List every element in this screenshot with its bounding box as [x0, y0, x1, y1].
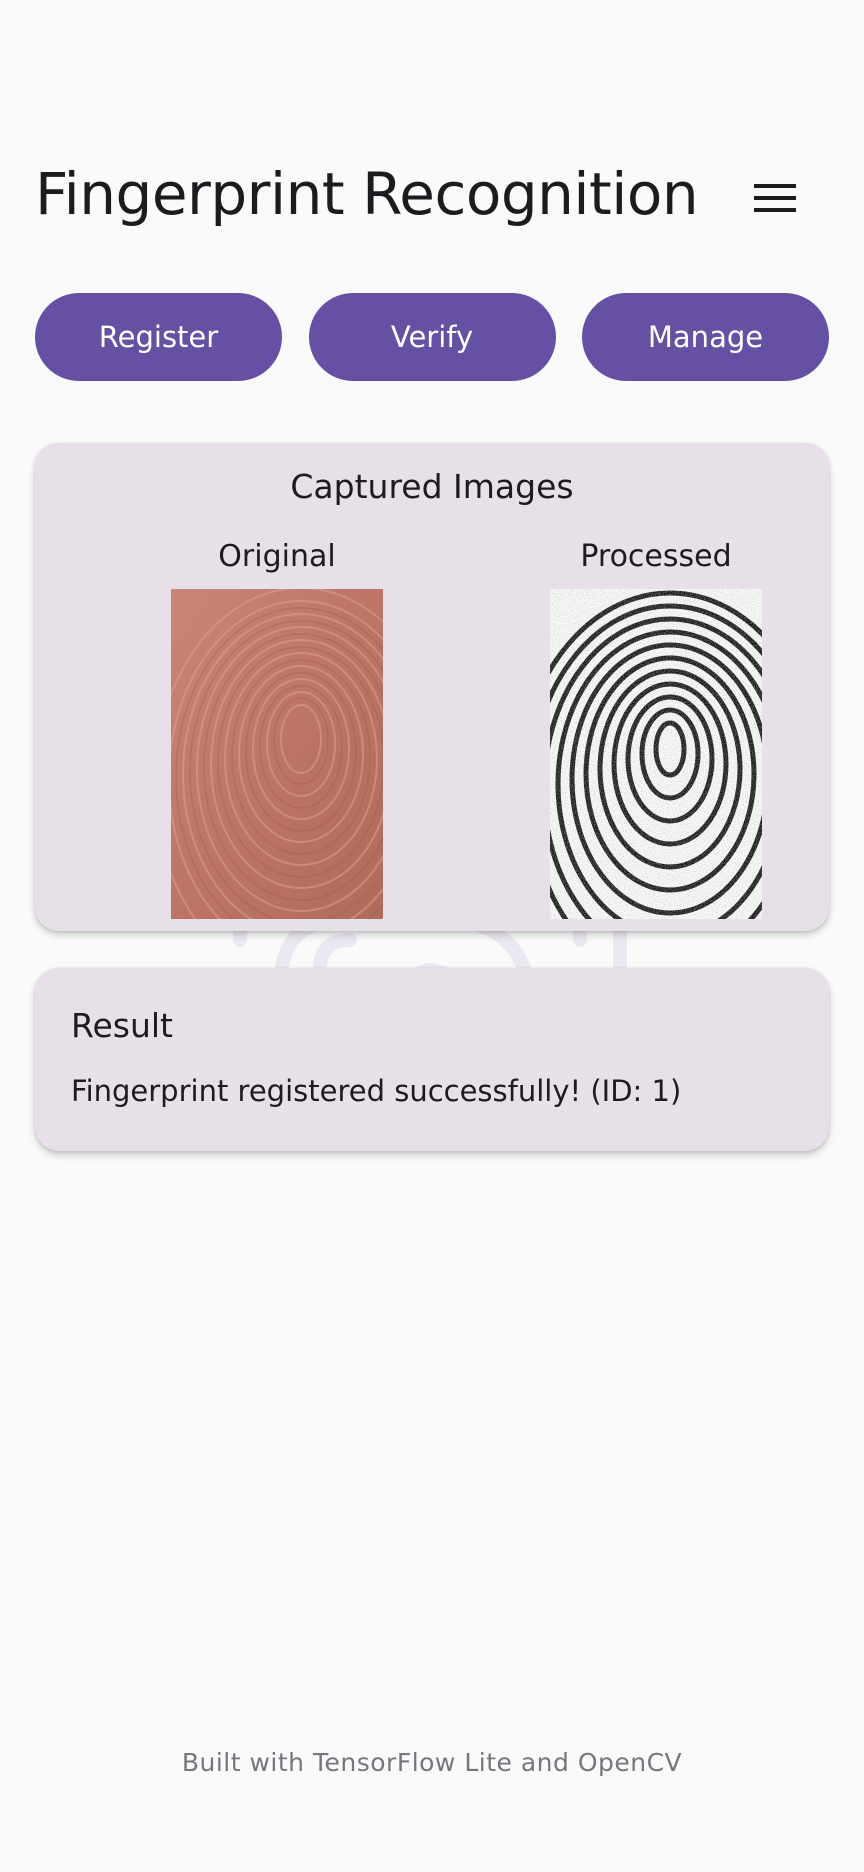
verify-button[interactable]: Verify — [308, 293, 556, 381]
processed-fingerprint-image — [550, 589, 762, 919]
captured-images-card: Captured Images Original Processed — [35, 443, 829, 931]
hamburger-menu-icon — [754, 184, 796, 212]
menu-button[interactable] — [740, 168, 810, 228]
result-card: Result Fingerprint registered successful… — [35, 968, 829, 1151]
register-button[interactable]: Register — [35, 293, 282, 381]
original-fingerprint-image — [171, 589, 383, 919]
captured-images-title: Captured Images — [290, 467, 574, 506]
result-message: Fingerprint registered successfully! (ID… — [71, 1074, 682, 1108]
processed-image-label: Processed — [580, 539, 732, 574]
footer-text: Built with TensorFlow Lite and OpenCV — [181, 1748, 683, 1777]
page-title: Fingerprint Recognition — [35, 160, 699, 228]
action-button-row: Register Verify Manage — [35, 293, 829, 381]
screen: Fingerprint Recognition Register Verify … — [0, 0, 864, 1872]
processed-image-column: Processed — [506, 535, 806, 919]
manage-button[interactable]: Manage — [582, 293, 829, 381]
result-title: Result — [71, 1006, 173, 1045]
original-image-label: Original — [218, 539, 336, 574]
original-image-column: Original — [127, 535, 427, 919]
